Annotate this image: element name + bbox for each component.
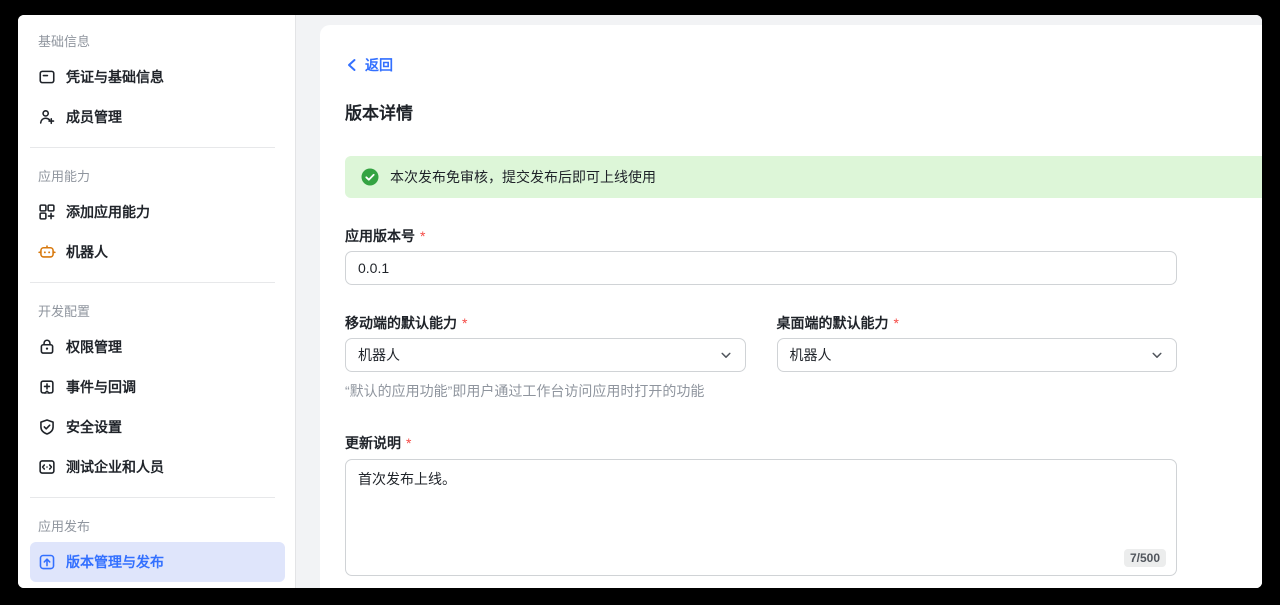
desktop-capability-label: 桌面端的默认能力 * bbox=[777, 313, 1178, 333]
page-title: 版本详情 bbox=[345, 99, 1262, 124]
back-button[interactable]: 返回 bbox=[345, 55, 393, 75]
back-label: 返回 bbox=[365, 55, 393, 75]
sidebar-section-header: 应用发布 bbox=[30, 508, 285, 542]
sidebar-item-events-callbacks[interactable]: 事件与回调 bbox=[30, 367, 285, 407]
sidebar-item-add-capability[interactable]: 添加应用能力 bbox=[30, 192, 285, 232]
sidebar-section-header: 基础信息 bbox=[30, 23, 285, 57]
sidebar-item-members[interactable]: 成员管理 bbox=[30, 97, 285, 137]
chevron-down-icon bbox=[1150, 348, 1164, 362]
sidebar-item-version-release[interactable]: 版本管理与发布 bbox=[30, 542, 285, 582]
required-mark: * bbox=[420, 228, 425, 244]
person-add-icon bbox=[38, 108, 56, 126]
desktop-capability-value: 机器人 bbox=[790, 345, 832, 365]
app-grid-plus-icon bbox=[38, 203, 56, 221]
check-circle-icon bbox=[361, 168, 379, 186]
mobile-capability-label: 移动端的默认能力 * bbox=[345, 313, 746, 333]
sidebar: 基础信息 凭证与基础信息 成员管理 应用能力 添加应用能力 机器人 开发配置 权… bbox=[18, 15, 296, 588]
chevron-down-icon bbox=[719, 348, 733, 362]
code-brackets-icon bbox=[38, 458, 56, 476]
update-notes-textarea[interactable]: 首次发布上线。 7/500 bbox=[345, 459, 1177, 576]
publish-arrow-icon bbox=[38, 553, 56, 571]
sidebar-section-header: 开发配置 bbox=[30, 293, 285, 327]
sidebar-item-credentials[interactable]: 凭证与基础信息 bbox=[30, 57, 285, 97]
desktop-capability-select[interactable]: 机器人 bbox=[777, 338, 1178, 372]
required-mark: * bbox=[462, 315, 467, 331]
bookmark-plus-icon bbox=[38, 378, 56, 396]
mobile-capability-value: 机器人 bbox=[358, 345, 400, 365]
robot-icon bbox=[38, 243, 56, 261]
update-notes-value: 首次发布上线。 bbox=[358, 471, 456, 487]
app-window: 基础信息 凭证与基础信息 成员管理 应用能力 添加应用能力 机器人 开发配置 权… bbox=[18, 15, 1262, 588]
capability-hint: “默认的应用功能”即用户通过工作台访问应用时打开的功能 bbox=[345, 381, 1177, 401]
version-input[interactable] bbox=[345, 251, 1177, 285]
banner-text: 本次发布免审核，提交发布后即可上线使用 bbox=[390, 167, 656, 187]
main-content: 返回 版本详情 本次发布免审核，提交发布后即可上线使用 应用版本号 * bbox=[296, 15, 1262, 588]
lock-icon bbox=[38, 338, 56, 356]
divider bbox=[30, 282, 275, 283]
required-mark: * bbox=[406, 435, 411, 451]
id-card-icon bbox=[38, 68, 56, 86]
version-detail-card: 返回 版本详情 本次发布免审核，提交发布后即可上线使用 应用版本号 * bbox=[320, 25, 1262, 588]
divider bbox=[30, 497, 275, 498]
sidebar-section-header: 应用能力 bbox=[30, 158, 285, 192]
divider bbox=[30, 147, 275, 148]
version-form: 应用版本号 * 移动端的默认能力 * 机器人 bbox=[345, 226, 1177, 576]
sidebar-item-permissions[interactable]: 权限管理 bbox=[30, 327, 285, 367]
chevron-left-icon bbox=[345, 58, 358, 72]
version-label: 应用版本号 * bbox=[345, 226, 1177, 246]
sidebar-item-bot[interactable]: 机器人 bbox=[30, 232, 285, 272]
required-mark: * bbox=[894, 315, 899, 331]
sidebar-item-test-company-users[interactable]: 测试企业和人员 bbox=[30, 447, 285, 487]
shield-check-icon bbox=[38, 418, 56, 436]
sidebar-item-security[interactable]: 安全设置 bbox=[30, 407, 285, 447]
no-review-banner: 本次发布免审核，提交发布后即可上线使用 bbox=[345, 156, 1262, 198]
update-notes-label: 更新说明 * bbox=[345, 433, 1177, 453]
char-counter: 7/500 bbox=[1124, 549, 1166, 567]
mobile-capability-select[interactable]: 机器人 bbox=[345, 338, 746, 372]
